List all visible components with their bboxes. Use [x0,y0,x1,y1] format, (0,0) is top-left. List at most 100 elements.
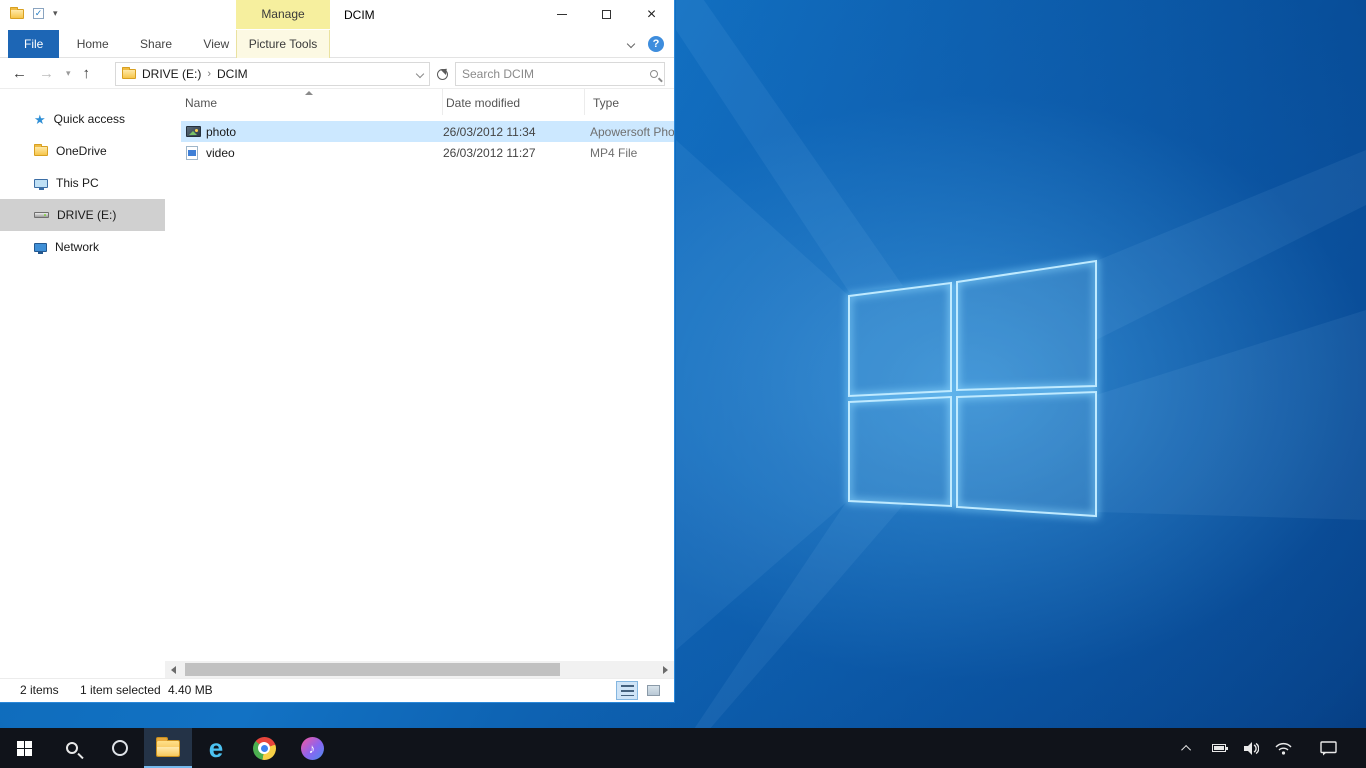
horizontal-scrollbar[interactable] [165,661,674,678]
star-icon: ★ [34,113,46,126]
taskbar-itunes-button[interactable]: ♪ [288,728,336,768]
video-file-icon [186,146,198,160]
taskbar-internet-explorer-button[interactable]: e [192,728,240,768]
refresh-icon [437,69,448,80]
minimize-button[interactable] [539,0,584,29]
sidebar-item-network[interactable]: Network [0,231,165,263]
titlebar: ✓ ▾ Manage DCIM × [0,0,674,30]
file-name: video [206,146,443,160]
status-items-count: 2 items [20,679,59,702]
sidebar-item-label: This PC [56,176,99,190]
tab-home[interactable]: Home [63,30,123,58]
explorer-body: ★ Quick access OneDrive This PC DRIVE (E… [0,89,674,678]
ribbon-tabs: File Home Share View Picture Tools ? [0,30,674,58]
cortana-button[interactable] [96,728,144,768]
sidebar-item-label: Quick access [54,112,125,126]
breadcrumb-dcim[interactable]: DCIM [217,67,248,81]
column-header-date-modified[interactable]: Date modified [443,89,585,115]
window-controls: × [539,0,674,29]
expand-ribbon-icon[interactable] [627,40,635,48]
close-button[interactable]: × [629,0,674,29]
minimize-icon [557,14,567,15]
search-input[interactable] [462,67,650,81]
system-tray [1176,728,1366,768]
taskbar-chrome-button[interactable] [240,728,288,768]
tab-picture-tools[interactable]: Picture Tools [236,30,330,58]
status-bar: 2 items 1 item selected 4.40 MB [0,678,674,702]
taskbar-search-button[interactable] [48,728,96,768]
action-center-icon [1320,741,1337,756]
status-selection: 1 item selected [80,679,161,702]
scroll-right-button[interactable] [657,661,674,678]
sidebar-item-label: Network [55,240,99,254]
taskbar-file-explorer-button[interactable] [144,728,192,768]
search-icon [650,70,658,78]
properties-icon[interactable]: ✓ [33,8,44,19]
address-bar[interactable]: DRIVE (E:) › DCIM [115,62,430,86]
refresh-button[interactable] [434,66,450,82]
search-box[interactable] [455,62,665,86]
sidebar-item-this-pc[interactable]: This PC [0,167,165,199]
forward-button[interactable]: → [39,66,54,81]
sidebar-item-label: OneDrive [56,144,107,158]
help-icon[interactable]: ? [648,36,664,52]
file-row-video[interactable]: video 26/03/2012 11:27 MP4 File [181,142,674,163]
search-icon [66,742,78,754]
pc-icon [34,179,48,188]
file-date-modified: 26/03/2012 11:27 [443,146,590,160]
details-view-button[interactable] [616,681,638,700]
up-button[interactable]: ↑ [83,66,91,81]
scroll-left-button[interactable] [165,661,182,678]
scroll-right-icon [663,666,668,674]
wifi-icon [1275,742,1292,755]
tab-file[interactable]: File [8,30,59,58]
sidebar-item-onedrive[interactable]: OneDrive [0,135,165,167]
quick-access-toolbar: ✓ ▾ [10,8,58,19]
windows-start-icon [17,741,32,756]
scrollbar-thumb[interactable] [185,663,560,676]
internet-explorer-icon: e [209,735,223,761]
file-type: Apowersoft Pho [590,125,674,139]
tray-network-button[interactable] [1272,728,1294,768]
maximize-icon [602,10,611,19]
breadcrumb-drive[interactable]: DRIVE (E:) [142,67,201,81]
details-view-icon [621,685,634,696]
start-button[interactable] [0,728,48,768]
column-header-name[interactable]: Name [165,89,443,115]
address-dropdown-icon[interactable] [416,70,424,78]
sidebar-item-label: DRIVE (E:) [57,208,116,222]
thumbnails-view-icon [647,685,660,696]
tray-chevron-up-button[interactable] [1176,728,1198,768]
tab-share[interactable]: Share [126,30,186,58]
column-headers: Name Date modified Type [165,89,674,115]
scrollbar-track[interactable] [182,661,657,678]
chevron-up-icon [1181,744,1191,754]
onedrive-folder-icon [34,146,48,156]
action-center-button[interactable] [1304,741,1352,756]
tray-volume-button[interactable] [1240,728,1262,768]
folder-icon[interactable] [10,9,24,19]
volume-icon [1244,742,1259,755]
battery-icon [1212,744,1226,752]
file-explorer-icon [156,740,180,757]
file-name: photo [206,125,443,139]
sidebar-item-drive-e[interactable]: DRIVE (E:) [0,199,165,231]
taskbar: e ♪ [0,728,1366,768]
back-button[interactable]: ← [12,66,27,81]
file-list: Name Date modified Type photo 26/03/2012… [165,89,674,661]
window-title: DCIM [344,0,375,30]
thumbnails-view-button[interactable] [642,681,664,700]
status-size: 4.40 MB [168,679,213,702]
qat-dropdown-icon[interactable]: ▾ [53,8,58,19]
sort-ascending-icon [305,91,313,95]
maximize-button[interactable] [584,0,629,29]
file-row-photo[interactable]: photo 26/03/2012 11:34 Apowersoft Pho [181,121,674,142]
contextual-tab-group-label: Manage [236,0,330,29]
sidebar-item-quick-access[interactable]: ★ Quick access [0,103,165,135]
tray-battery-button[interactable] [1208,728,1230,768]
location-folder-icon [122,69,136,79]
recent-locations-icon[interactable]: ▾ [66,68,71,79]
navigation-pane: ★ Quick access OneDrive This PC DRIVE (E… [0,89,165,678]
column-header-type[interactable]: Type [585,89,674,115]
breadcrumb-separator-icon: › [207,68,211,80]
